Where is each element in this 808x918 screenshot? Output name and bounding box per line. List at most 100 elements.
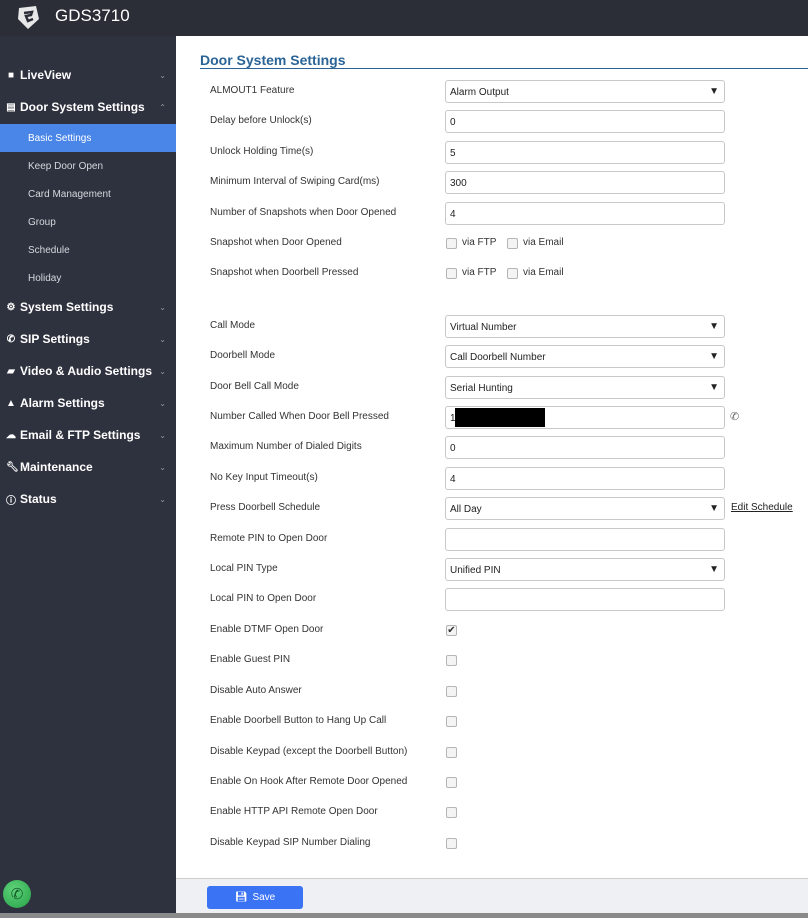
option-checkbox[interactable] (446, 655, 457, 667)
video-icon: ■ (7, 69, 15, 81)
snap-bell-ftp-checkbox[interactable] (446, 268, 457, 279)
sidebar-item-label: Email & FTP Settings (20, 428, 141, 442)
sidebar-sub-keep-door-open[interactable]: Keep Door Open (0, 152, 176, 180)
sidebar-sub-card-management[interactable]: Card Management (0, 180, 176, 208)
local-pin-type-select[interactable]: Unified PIN ▼ (445, 558, 725, 581)
sidebar-item-video-audio-settings[interactable]: ▰ Video & Audio Settings ⌄ (0, 357, 176, 385)
sidebar-item-maintenance[interactable]: 🔧︎ Maintenance ⌄ (0, 453, 176, 481)
sidebar-item-label: Alarm Settings (20, 396, 105, 410)
top-header: GDS3710 (0, 0, 808, 36)
sidebar-sub-group[interactable]: Group (0, 208, 176, 236)
field-label: Enable Guest PIN (210, 654, 291, 666)
checkbox-row: Enable Doorbell Button to Hang Up Call (210, 710, 808, 734)
checkbox-row: Disable Auto Answer (210, 680, 808, 704)
sidebar-item-liveview[interactable]: ■ LiveView ⌄ (0, 61, 176, 89)
floppy-disk-icon: 💾︎ (234, 892, 248, 903)
call-mode-select[interactable]: Virtual Number ▼ (445, 315, 725, 338)
select-value: Virtual Number (450, 322, 517, 333)
almout1-row: ALMOUT1 Feature Alarm Output ▼ (210, 80, 808, 104)
doorbell-mode-row: Doorbell Mode Call Doorbell Number ▼ (210, 345, 808, 369)
field-label: Local PIN Type (210, 563, 278, 574)
no-key-timeout-input[interactable]: 4 (445, 467, 725, 490)
option-checkbox[interactable] (446, 685, 457, 697)
chevron-up-icon: ⌃ (159, 102, 166, 112)
field-label: ALMOUT1 Feature (210, 85, 295, 96)
doorbell-mode-select[interactable]: Call Doorbell Number ▼ (445, 345, 725, 368)
edit-schedule-link[interactable]: Edit Schedule (731, 502, 793, 513)
schedule-select[interactable]: All Day ▼ (445, 497, 725, 520)
info-icon: ⓘ (6, 495, 16, 507)
snap-open-email-checkbox[interactable] (507, 238, 518, 249)
chevron-down-icon: ⌄ (159, 462, 166, 472)
max-digits-input[interactable]: 0 (445, 436, 725, 459)
checkbox-label: via Email (523, 237, 564, 248)
select-value: Alarm Output (450, 87, 509, 98)
field-label: Unlock Holding Time(s) (210, 146, 314, 157)
field-label: No Key Input Timeout(s) (210, 472, 318, 483)
option-checkbox[interactable] (446, 777, 457, 788)
field-label: Remote PIN to Open Door (210, 533, 328, 544)
snap-open-row: Snapshot when Door Opened via FTP via Em… (210, 232, 808, 256)
sidebar-sub-basic-settings[interactable]: Basic Settings (0, 124, 176, 152)
field-label: Disable Keypad (except the Doorbell Butt… (210, 745, 408, 757)
call-mode-row: Call Mode Virtual Number ▼ (210, 315, 808, 339)
app-title: GDS3710 (55, 6, 130, 25)
field-label: Number Called When Door Bell Pressed (210, 411, 389, 422)
option-checkbox[interactable] (446, 807, 457, 819)
field-label: Maximum Number of Dialed Digits (210, 441, 362, 452)
local-pin-row: Local PIN to Open Door (210, 588, 808, 612)
checkbox-label: via FTP (462, 267, 497, 278)
sidebar-sub-schedule[interactable]: Schedule (0, 236, 176, 264)
sidebar-item-email-ftp-settings[interactable]: ☁ Email & FTP Settings ⌄ (0, 421, 176, 449)
dropdown-arrow-icon: ▼ (709, 86, 719, 97)
field-label: Snapshot when Door Opened (210, 237, 342, 248)
field-label: Local PIN to Open Door (210, 593, 317, 604)
field-label: Disable Keypad SIP Number Dialing (210, 836, 371, 848)
option-checkbox[interactable] (446, 837, 457, 849)
save-button[interactable]: 💾︎ Save (207, 886, 303, 909)
phone-icon[interactable]: ✆ (730, 410, 739, 423)
snap-open-ftp-checkbox[interactable] (446, 238, 457, 249)
main-content: Door System Settings ALMOUT1 Feature Alar… (176, 36, 808, 878)
local-pin-input[interactable] (445, 588, 725, 611)
sidebar-item-sip-settings[interactable]: ✆ SIP Settings ⌄ (0, 325, 176, 353)
dropdown-arrow-icon: ▼ (709, 351, 719, 362)
snapshots-input[interactable]: 4 (445, 202, 725, 225)
sidebar-item-alarm-settings[interactable]: ▲ Alarm Settings ⌄ (0, 389, 176, 417)
no-key-timeout-row: No Key Input Timeout(s) 4 (210, 467, 808, 491)
snap-bell-email-checkbox[interactable] (507, 268, 518, 279)
checkbox-row: Disable Keypad (except the Doorbell Butt… (210, 741, 808, 765)
call-button[interactable]: ✆ (3, 880, 31, 908)
sidebar-item-label: System Settings (20, 300, 114, 314)
sidebar-item-system-settings[interactable]: ⚙ System Settings ⌄ (0, 293, 176, 321)
horizontal-scrollbar[interactable] (0, 913, 808, 918)
save-label: Save (252, 892, 276, 903)
number-called-row: Number Called When Door Bell Pressed 1 ✆ (210, 406, 808, 430)
checkbox-label: via Email (523, 267, 564, 278)
field-label: Doorbell Mode (210, 350, 276, 361)
option-checkbox[interactable] (446, 746, 457, 758)
bell-call-mode-select[interactable]: Serial Hunting ▼ (445, 376, 725, 399)
remote-pin-input[interactable] (445, 528, 725, 551)
holding-input[interactable]: 5 (445, 141, 725, 164)
option-checkbox[interactable]: ✔ (446, 625, 457, 636)
chevron-down-icon: ⌄ (159, 302, 166, 312)
sidebar-sub-holiday[interactable]: Holiday (0, 264, 176, 292)
chevron-down-icon: ⌄ (159, 398, 166, 408)
checkbox-row: Enable HTTP API Remote Open Door (210, 801, 808, 825)
dropdown-arrow-icon: ▼ (709, 503, 719, 514)
option-checkbox[interactable] (446, 716, 457, 728)
grandstream-logo-icon (18, 6, 39, 29)
number-called-input[interactable]: 1 (445, 406, 725, 429)
select-value: Unified PIN (450, 565, 501, 576)
checkbox-row: Enable Guest PIN (210, 649, 808, 673)
almout1-select[interactable]: Alarm Output ▼ (445, 80, 725, 103)
footer-bar: 💾︎ Save (176, 878, 808, 913)
interval-input[interactable]: 300 (445, 171, 725, 194)
sidebar-item-door-system-settings[interactable]: ▤ Door System Settings ⌃ (0, 93, 176, 121)
chevron-down-icon: ⌄ (159, 494, 166, 504)
delay-input[interactable]: 0 (445, 110, 725, 133)
chevron-down-icon: ⌄ (159, 430, 166, 440)
sidebar-item-label: Door System Settings (20, 100, 145, 114)
sidebar-item-status[interactable]: ⓘ Status ⌄ (0, 485, 176, 513)
